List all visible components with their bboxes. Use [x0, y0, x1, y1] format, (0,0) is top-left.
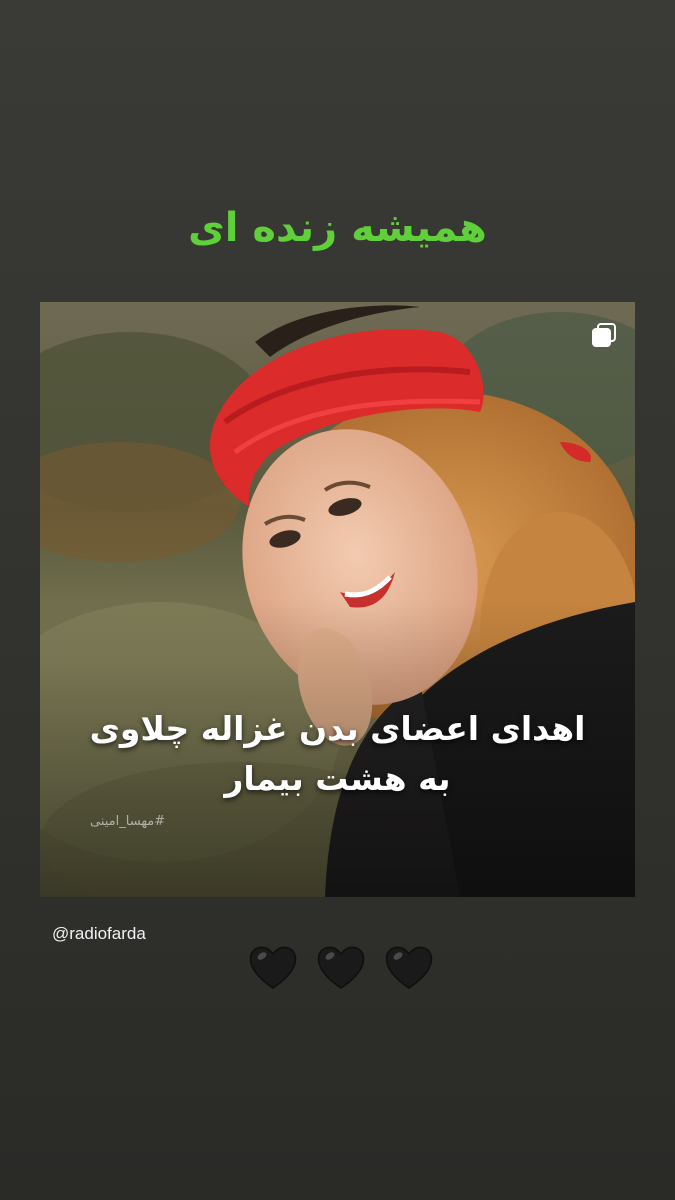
carousel-icon	[592, 323, 616, 347]
mention-sticker[interactable]: @radiofarda	[52, 922, 146, 946]
shared-post-card[interactable]: اهدای اعضای بدن غزاله چلاوی به هشت بیمار…	[40, 302, 635, 897]
post-photo	[40, 302, 635, 897]
black-heart-icon	[249, 946, 297, 989]
post-caption: اهدای اعضای بدن غزاله چلاوی به هشت بیمار	[40, 704, 635, 804]
post-caption-line-2: به هشت بیمار	[224, 759, 451, 798]
post-caption-line-1: اهدای اعضای بدن غزاله چلاوی	[89, 709, 586, 748]
story-container: همیشه زنده ای اهدای اعضای بدن غزاله چلاو…	[0, 0, 675, 1200]
heart-emoji-row	[246, 940, 436, 1000]
story-headline: همیشه زنده ای	[188, 205, 487, 251]
black-heart-icon	[385, 946, 433, 989]
post-hashtag: #مهسا_امینی	[90, 814, 166, 829]
black-heart-icon	[317, 946, 365, 989]
